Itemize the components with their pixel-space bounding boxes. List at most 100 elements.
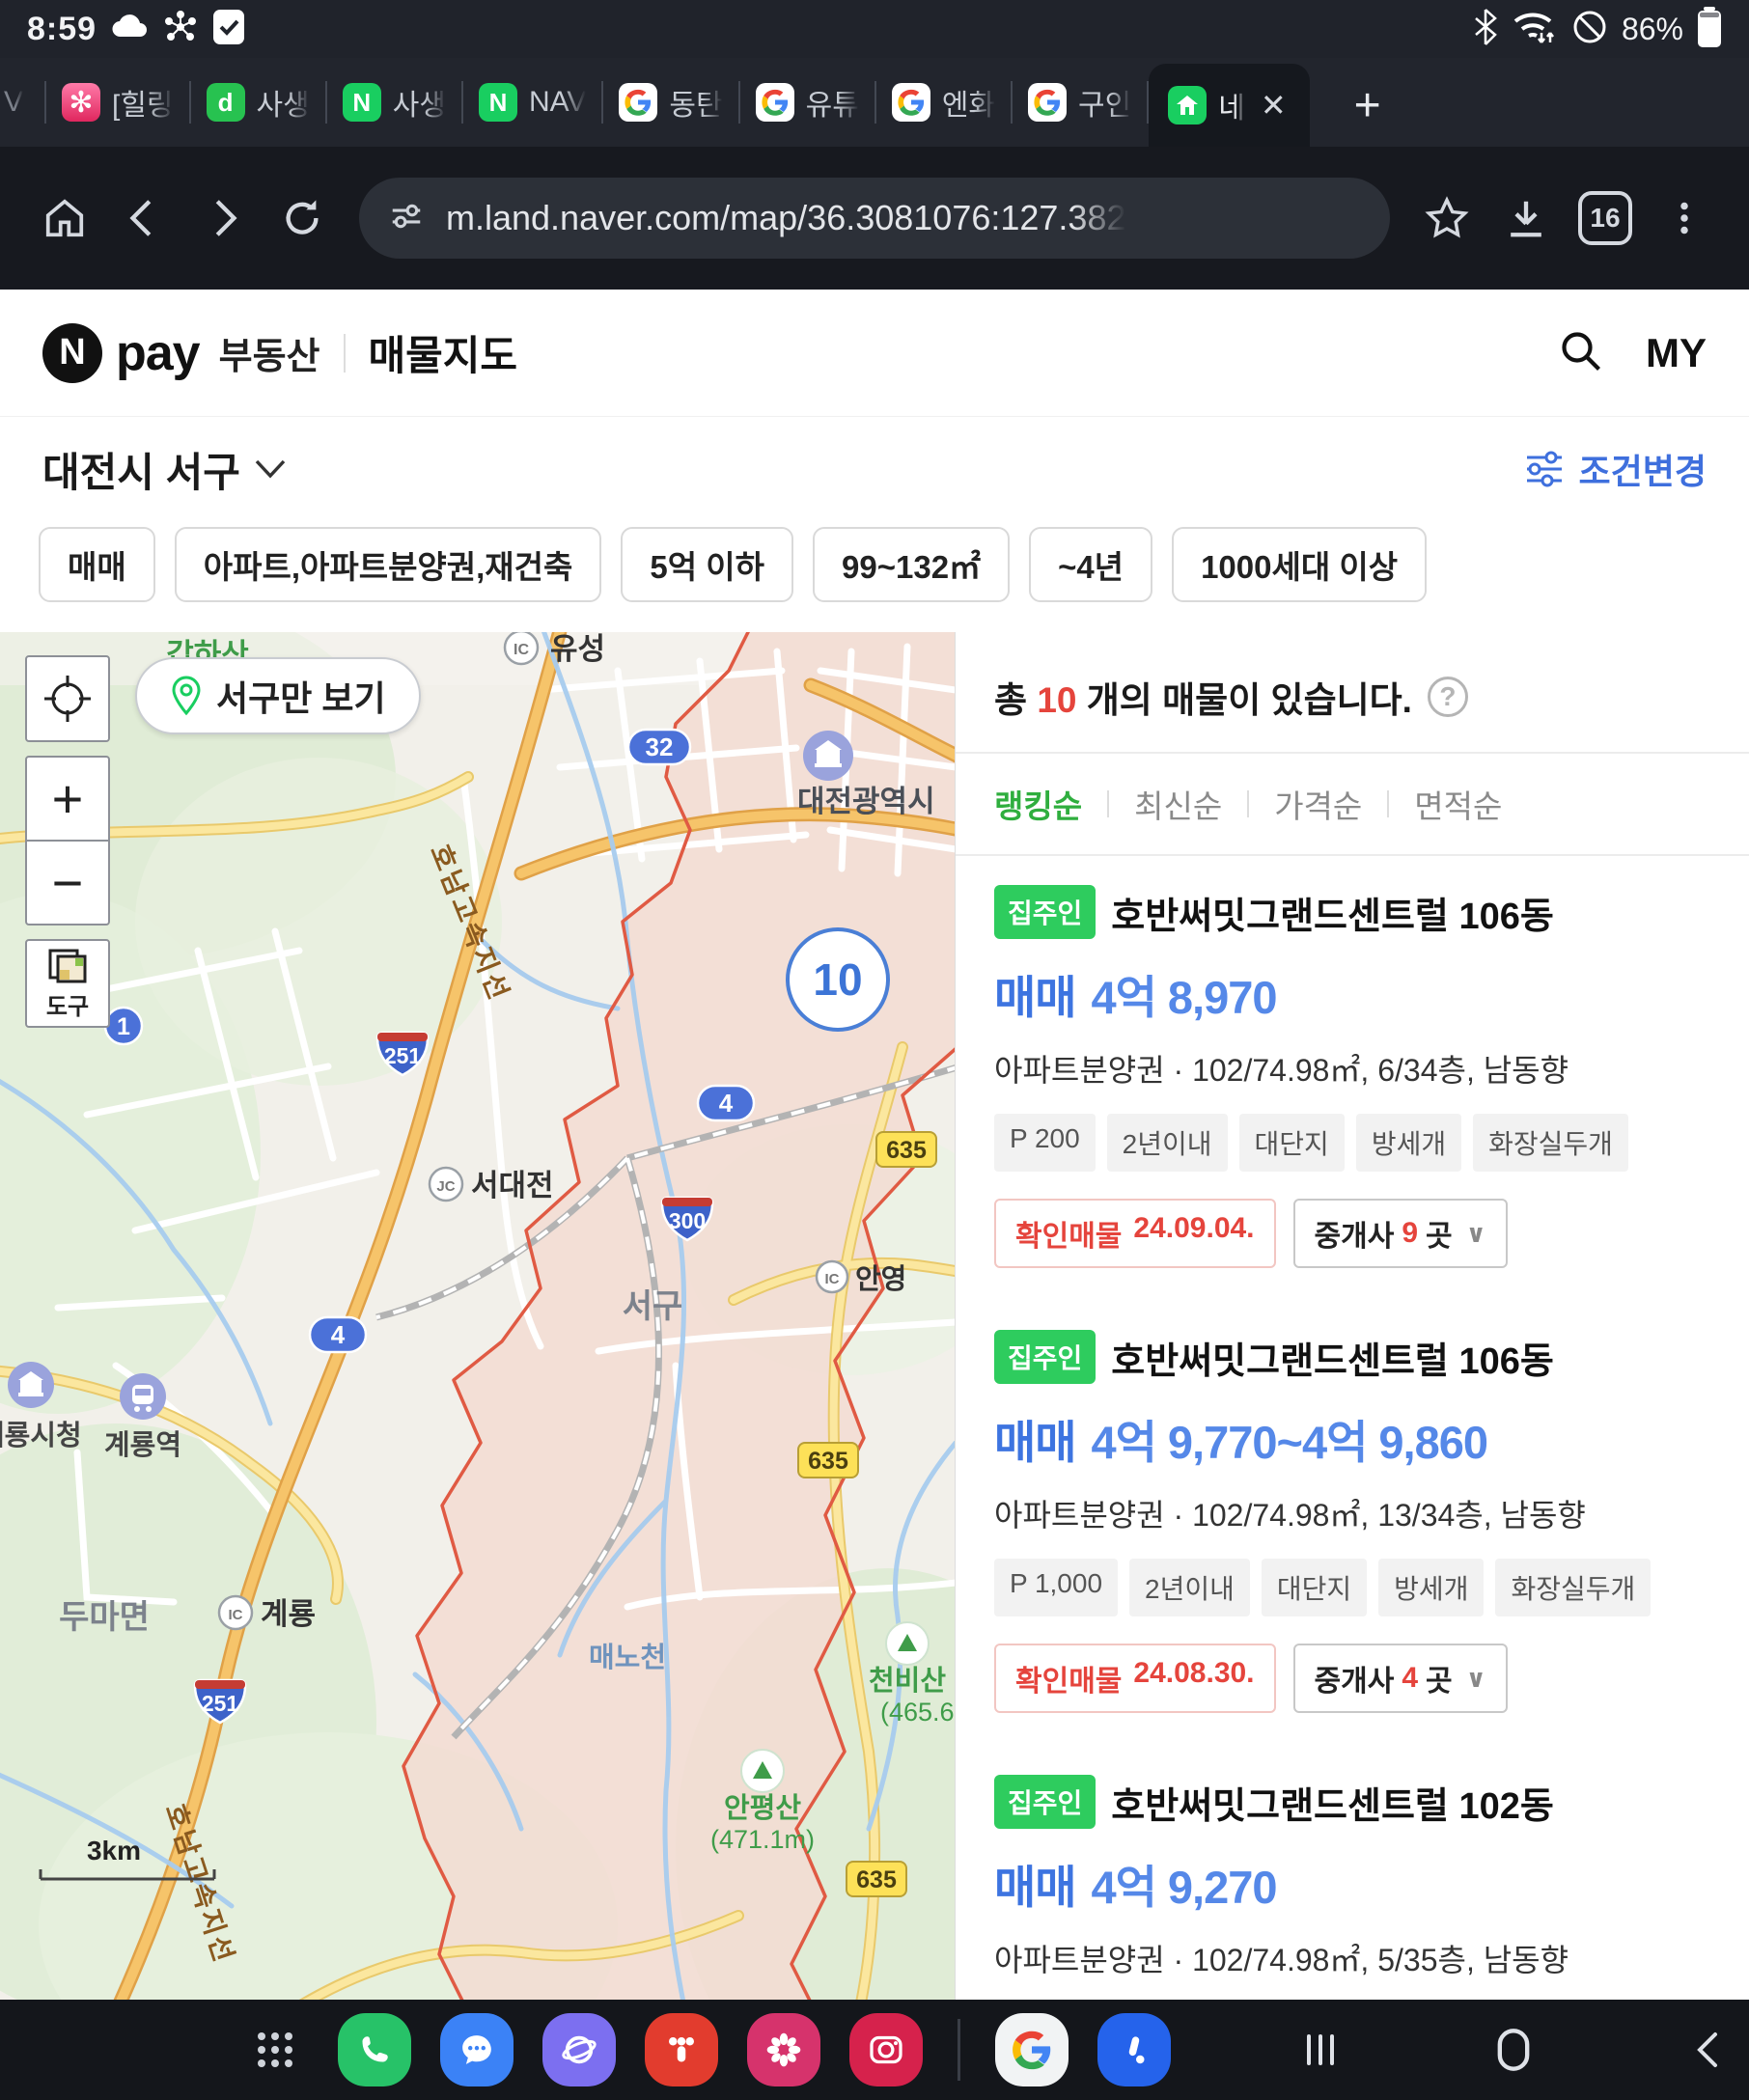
status-bar: 8:59 86% — [0, 0, 1749, 58]
map-pane[interactable]: 갑하산 (468.7m) IC 유성 32 대전광역시 호남고속지선 10 25… — [0, 632, 956, 2000]
tag-row: P 1,000 2년이내 대단지 방세개 화장실두개 — [994, 1559, 1710, 1616]
map-label-dumamyeon: 두마면 — [59, 1599, 150, 1636]
filter-chip-area[interactable]: 99~132㎡ — [813, 527, 1010, 602]
map-label-anyeong: 안영 — [855, 1263, 906, 1295]
samsung-internet-app-icon[interactable] — [542, 2013, 616, 2086]
zoom-in-button[interactable]: + — [27, 758, 108, 840]
complex-name: 호반써밋그랜드센트럴 106동 — [1111, 886, 1554, 939]
bookmark-star-button[interactable] — [1411, 182, 1483, 254]
complex-name: 호반써밋그랜드센트럴 106동 — [1111, 1331, 1554, 1384]
recent-apps-button[interactable] — [1287, 2016, 1354, 2084]
sort-row: 랭킹순 최신순 가격순 면적순 — [956, 754, 1749, 854]
menu-kebab-button[interactable] — [1649, 182, 1720, 254]
sort-newest[interactable]: 최신순 — [1134, 781, 1222, 827]
svg-text:251: 251 — [384, 1043, 422, 1068]
crosshair-icon — [42, 674, 93, 724]
close-tab-icon[interactable]: ✕ — [1257, 87, 1291, 124]
filter-chip-age[interactable]: ~4년 — [1029, 527, 1152, 602]
zoom-out-button[interactable]: − — [27, 842, 108, 924]
sort-area[interactable]: 면적순 — [1414, 781, 1502, 827]
map-canvas[interactable]: 갑하산 (468.7m) IC 유성 32 대전광역시 호남고속지선 10 25… — [0, 632, 956, 2000]
site-settings-icon[interactable] — [388, 198, 425, 239]
location-pin-icon — [170, 676, 203, 716]
tab-google-dongtan[interactable]: 동탄 — [603, 58, 737, 147]
naver-land-favicon — [1168, 86, 1207, 124]
filter-chip-trade[interactable]: 매매 — [39, 527, 155, 602]
confirmed-listing-box: 확인매물24.08.30. — [994, 1644, 1276, 1713]
naver-pay-header: N pay 부동산 매물지도 MY — [0, 290, 1749, 417]
svg-text:IC: IC — [229, 1607, 243, 1623]
zoom-control: + − — [25, 756, 110, 926]
google-favicon — [892, 83, 930, 122]
back-nav-button[interactable] — [1673, 2016, 1740, 2084]
map-label-cheonbisan: 천비산 — [869, 1665, 946, 1697]
sort-price[interactable]: 가격순 — [1274, 781, 1362, 827]
weather-cloud-icon — [110, 12, 149, 47]
map-label-gyeryong-stn: 계룡역 — [104, 1429, 181, 1461]
listing-card[interactable]: 집주인 호반써밋그랜드센트럴 106동 매매4억 9,770~4억 9,860 … — [956, 1301, 1749, 1746]
svg-text:1: 1 — [117, 1013, 130, 1040]
tab-google-youtube[interactable]: 유튜 — [740, 58, 874, 147]
price-row: 매매4억 8,970 — [994, 960, 1710, 1027]
svg-text:635: 635 — [886, 1137, 927, 1164]
region-row: 대전시 서구 조건변경 — [0, 417, 1749, 521]
url-text[interactable]: m.land.naver.com/map/36.3081076:127.382 — [446, 198, 1126, 238]
tab-naver-land-active[interactable]: 네 ✕ — [1149, 64, 1309, 147]
back-button[interactable] — [108, 182, 180, 254]
tistory-app-icon[interactable] — [645, 2013, 718, 2086]
google-favicon — [756, 83, 794, 122]
agent-count-dropdown[interactable]: 중개사9곳∨ — [1293, 1199, 1508, 1268]
tab-naver-1[interactable]: N사생 — [327, 58, 461, 147]
filter-chip-type[interactable]: 아파트,아파트분양권,재건축 — [175, 527, 602, 602]
phone-app-icon[interactable] — [338, 2013, 411, 2086]
home-nav-button[interactable] — [1480, 2016, 1547, 2084]
tab-switcher-button[interactable]: 16 — [1569, 182, 1641, 254]
svg-text:32: 32 — [646, 732, 674, 761]
blue-finance-app-icon[interactable] — [1097, 2013, 1171, 2086]
locate-me-button[interactable] — [25, 655, 110, 742]
download-button[interactable] — [1490, 182, 1562, 254]
app-drawer-button[interactable] — [241, 2016, 309, 2084]
sliders-icon — [1523, 450, 1566, 488]
sort-ranking[interactable]: 랭킹순 — [994, 781, 1082, 827]
map-label-anpyeongsan-elev: (471.1m) — [710, 1825, 815, 1854]
my-menu[interactable]: MY — [1646, 330, 1707, 376]
map-scale-label: 3km — [87, 1836, 141, 1865]
camera-app-icon[interactable] — [849, 2013, 923, 2086]
home-button[interactable] — [29, 182, 100, 254]
region-selector[interactable]: 대전시 서구 — [42, 440, 287, 499]
google-app-icon[interactable] — [995, 2013, 1069, 2086]
district-only-toggle[interactable]: 서구만 보기 — [135, 657, 421, 734]
naver-pay-logo[interactable]: N pay 부동산 — [42, 323, 320, 383]
listing-card[interactable]: 집주인 호반써밋그랜드센트럴 106동 매매4억 8,970 아파트분양권 · … — [956, 856, 1749, 1301]
tab-naver-2[interactable]: NNAV — [463, 58, 601, 147]
listing-panel[interactable]: 총 10 개의 매물이 있습니다. ? 랭킹순 최신순 가격순 면적순 — [956, 632, 1749, 2000]
filter-chip-price[interactable]: 5억 이하 — [621, 527, 793, 602]
google-favicon — [619, 83, 657, 122]
listing-info: 아파트분양권 · 102/74.98㎡, 13/34층, 남동향 — [994, 1491, 1710, 1535]
owner-badge: 집주인 — [994, 1330, 1096, 1384]
tab-google-jobs[interactable]: 구인 — [1013, 58, 1147, 147]
complex-name: 호반써밋그랜드센트럴 102동 — [1111, 1776, 1554, 1829]
tab-google-yen[interactable]: 엔화 — [876, 58, 1011, 147]
flower-app-icon[interactable] — [747, 2013, 820, 2086]
agent-count-dropdown[interactable]: 중개사4곳∨ — [1293, 1644, 1508, 1713]
messages-app-icon[interactable] — [440, 2013, 514, 2086]
reload-button[interactable] — [266, 182, 338, 254]
listing-card[interactable]: 집주인 호반써밋그랜드센트럴 102동 매매4억 9,270 아파트분양권 · … — [956, 1746, 1749, 2000]
layers-icon — [46, 947, 89, 985]
change-conditions-button[interactable]: 조건변경 — [1523, 444, 1707, 494]
url-bar[interactable]: m.land.naver.com/map/36.3081076:127.382 — [359, 178, 1390, 259]
interruption-blocked-icon — [1571, 9, 1608, 50]
new-tab-button[interactable]: + — [1337, 83, 1399, 129]
tab-daum[interactable]: d사생 — [191, 58, 325, 147]
map-tools-button[interactable]: 도구 — [25, 939, 110, 1028]
search-icon[interactable] — [1557, 327, 1603, 378]
ipadmarket-favicon: ✻ — [62, 83, 100, 122]
tab-partial[interactable]: V — [0, 58, 44, 147]
tab-healing[interactable]: ✻[힐링 — [46, 58, 189, 147]
help-icon[interactable]: ? — [1428, 677, 1468, 717]
listing-info: 아파트분양권 · 102/74.98㎡, 6/34층, 남동향 — [994, 1046, 1710, 1091]
filter-chip-households[interactable]: 1000세대 이상 — [1172, 527, 1427, 602]
forward-button[interactable] — [187, 182, 259, 254]
